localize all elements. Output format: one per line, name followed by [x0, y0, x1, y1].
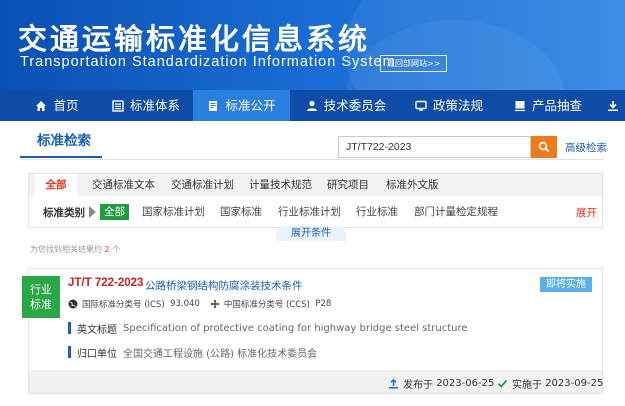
type-chip-industry[interactable]: 行业标准	[356, 204, 398, 220]
category-tab-all[interactable]: 全部	[35, 174, 77, 196]
upload-icon	[388, 378, 399, 389]
type-chip-national-plan[interactable]: 国家标准计划	[142, 204, 205, 220]
type-filter-row: 标准类别 全部 国家标准计划 国家标准 行业标准计划 行业标准 部门计量检定规程…	[29, 198, 602, 226]
site-subtitle: Transportation Standardization Informati…	[20, 54, 396, 70]
badge-line: 标准	[30, 298, 52, 311]
nav-item-tech-committee[interactable]: 技术委员会	[296, 90, 396, 121]
owner-unit-row: 归口单位 全国交通工程设施 (公路) 标准化技术委员会	[68, 345, 318, 360]
nav-item-standard-public[interactable]: 标准公开	[193, 90, 290, 121]
ics-value: 93.040	[170, 299, 200, 309]
classification-row: 国际标准分类号 (ICS) 93.040 中国标准分类号 (CCS) P28	[68, 298, 331, 310]
search-icon	[538, 141, 550, 153]
nav-item-policy[interactable]: 政策法规	[404, 90, 494, 121]
standard-code-link[interactable]: JT/T 722-2023	[68, 277, 143, 289]
user-icon	[306, 100, 318, 112]
document-icon	[207, 100, 219, 112]
nav-item-download[interactable]	[607, 90, 625, 121]
globe-icon	[68, 299, 78, 309]
nav-label: 标准公开	[225, 98, 276, 113]
info-bar	[68, 322, 71, 334]
category-tab-metrology[interactable]: 计量技术规范	[249, 174, 312, 196]
type-chip-metrology-rules[interactable]: 部门计量检定规程	[414, 204, 498, 220]
english-title-row: 英文标题 Specification of protective coating…	[68, 321, 468, 336]
effective-date: 实施于 2023-09-25	[497, 376, 603, 391]
list-icon	[112, 99, 124, 112]
search-button[interactable]	[531, 136, 557, 158]
type-chip-all[interactable]: 全部	[100, 204, 129, 220]
category-tab-research[interactable]: 研究项目	[327, 174, 369, 196]
back-to-ministry-button[interactable]: 返回部网站>>	[380, 55, 448, 72]
english-title-label: 英文标题	[77, 324, 117, 336]
cross-arrows-icon	[210, 299, 220, 309]
search-input[interactable]: JT/T722-2023	[338, 136, 531, 158]
divider	[20, 159, 604, 160]
type-filter-label: 标准类别	[43, 207, 85, 219]
standard-type-badge: 行业 标准	[22, 276, 60, 318]
status-badge: 即将实施	[540, 277, 592, 292]
badge-line: 行业	[30, 283, 52, 296]
owner-unit-label: 归口单位	[77, 348, 117, 360]
ccs-value: P28	[315, 299, 332, 309]
type-chip-industry-plan[interactable]: 行业标准计划	[278, 204, 341, 220]
nav-item-product-inspection[interactable]: 产品抽查	[502, 90, 594, 121]
header-banner: 交通运输标准化信息系统 Transportation Standardizati…	[0, 0, 625, 90]
info-bar	[68, 346, 71, 358]
nav-item-standard-system[interactable]: 标准体系	[100, 90, 192, 121]
published-date: 发布于 2023-06-25	[388, 376, 494, 391]
standard-title-link[interactable]: 公路桥梁钢结构防腐涂装技术条件	[145, 278, 303, 293]
ccs-label: 中国标准分类号 (CCS)	[223, 300, 310, 310]
english-title-value: Specification of protective coating for …	[123, 322, 468, 334]
category-tab-text[interactable]: 交通标准文本	[92, 174, 155, 196]
effective-label: 实施于	[512, 380, 542, 391]
result-count-prefix: 为您找到相关结果约	[30, 245, 102, 254]
nav-label: 技术委员会	[323, 98, 387, 113]
published-label: 发布于	[403, 380, 433, 391]
result-count: 为您找到相关结果约 2 个	[30, 244, 120, 255]
type-chip-national[interactable]: 国家标准	[220, 204, 262, 220]
main-nav: 首页 标准体系 标准公开 技术委员会 政策法规 产品抽查	[0, 90, 625, 121]
monitor-icon	[415, 100, 427, 112]
expand-conditions-button[interactable]: 展开条件	[276, 226, 346, 241]
nav-item-home[interactable]: 首页	[22, 90, 92, 121]
category-tab-foreign[interactable]: 标准外文版	[386, 174, 439, 196]
nav-label: 首页	[53, 98, 79, 113]
standard-search-tab[interactable]: 标准检索	[20, 128, 102, 158]
result-count-suffix: 个	[112, 245, 121, 254]
ics-label: 国际标准分类号 (ICS)	[82, 300, 165, 310]
published-date-value: 2023-06-25	[436, 378, 495, 389]
nav-label: 标准体系	[129, 98, 180, 113]
nav-label: 产品抽查	[531, 98, 582, 113]
nav-label: 政策法规	[432, 98, 483, 113]
filter-panel: 全部 交通标准文本 交通标准计划 计量技术规范 研究项目 标准外文版 标准类别 …	[28, 173, 603, 228]
site-title: 交通运输标准化信息系统	[18, 22, 371, 56]
report-icon	[514, 100, 526, 112]
owner-unit-value: 全国交通工程设施 (公路) 标准化技术委员会	[123, 348, 318, 360]
arrow-right-icon	[89, 206, 96, 218]
download-icon	[607, 100, 619, 112]
effective-date-value: 2023-09-25	[545, 378, 604, 389]
category-tab-plan[interactable]: 交通标准计划	[171, 174, 234, 196]
category-tabs: 全部 交通标准文本 交通标准计划 计量技术规范 研究项目 标准外文版	[29, 174, 602, 196]
home-icon	[35, 100, 47, 112]
expand-link[interactable]: 展开	[576, 205, 597, 220]
advanced-search-link[interactable]: 高级检索	[565, 140, 607, 155]
check-icon	[497, 378, 508, 389]
result-count-number: 2	[104, 245, 110, 254]
